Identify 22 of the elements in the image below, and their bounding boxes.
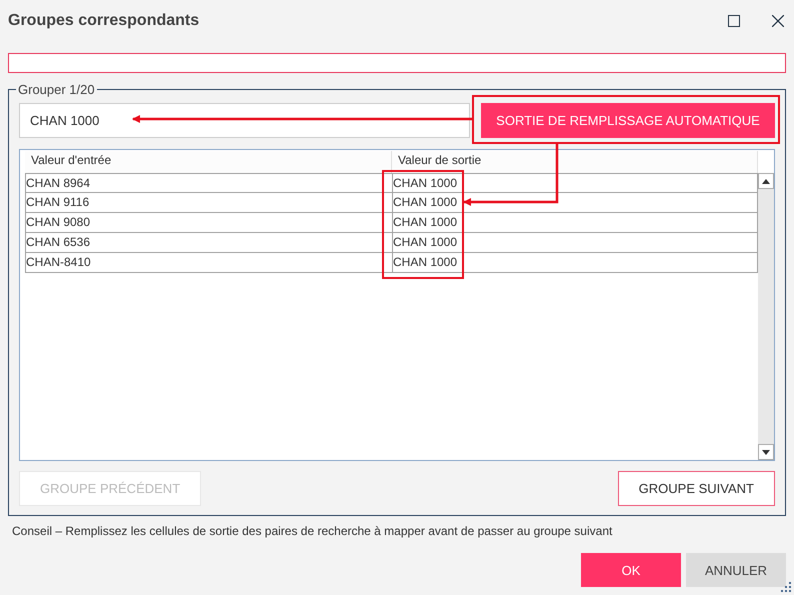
table-cell: CHAN 8964 — [26, 174, 393, 193]
ok-button[interactable]: OK — [581, 553, 681, 587]
table-cell: CHAN 9080 — [26, 213, 393, 232]
scroll-down-icon[interactable] — [758, 444, 774, 460]
autofill-button[interactable]: SORTIE DE REMPLISSAGE AUTOMATIQUE — [481, 103, 775, 138]
input-field[interactable] — [8, 53, 786, 73]
group-legend: Grouper 1/20 — [16, 82, 97, 97]
column-header: Valeur d'entrée — [25, 151, 392, 173]
cancel-button[interactable]: ANNULER — [686, 553, 786, 587]
resize-grip-icon — [781, 582, 791, 592]
table-cell: CHAN 9116 — [26, 193, 393, 212]
next-group-button[interactable]: GROUPE SUIVANT — [618, 471, 775, 506]
table-cell: CHAN-8410 — [26, 253, 393, 272]
maximize-icon[interactable] — [726, 13, 742, 29]
scroll-up-icon[interactable] — [758, 173, 774, 189]
hint-text: Conseil – Remplissez les cellules de sortie des paires de recherche à mapper avant de passer au groupe suivant — [12, 524, 614, 538]
table-cell: CHAN 6536 — [26, 233, 393, 252]
scrollbar[interactable] — [758, 173, 774, 460]
window-title: Groupes correspondants — [8, 12, 200, 30]
close-icon[interactable] — [770, 13, 786, 29]
column-header: Valeur de sortie — [392, 151, 758, 173]
output-value-field[interactable]: CHAN 1000 — [19, 103, 470, 138]
